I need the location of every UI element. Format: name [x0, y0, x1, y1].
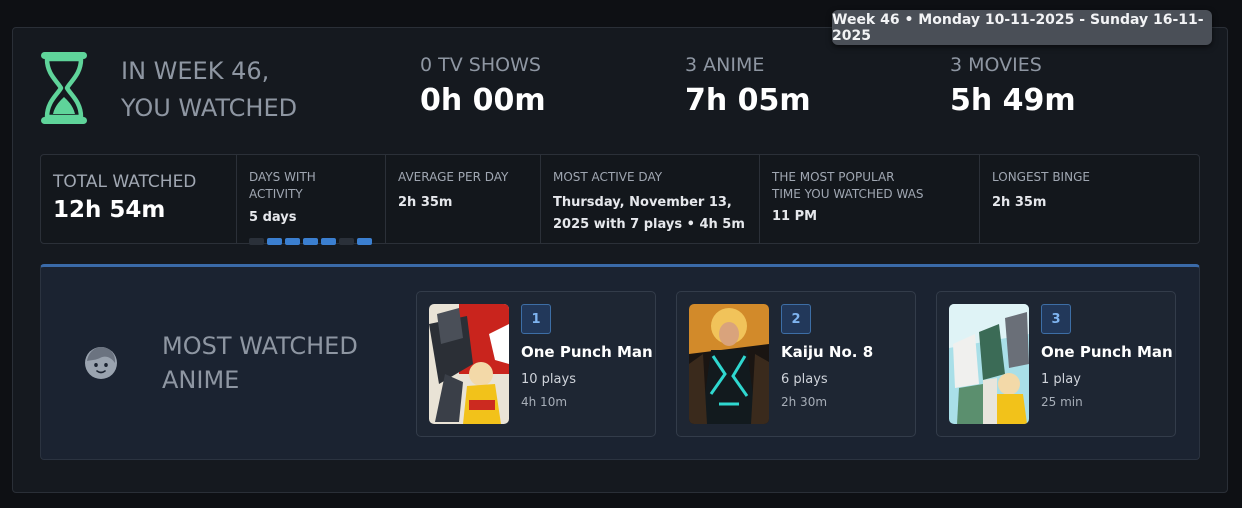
metric-longest-binge-label: LONGEST BINGE [992, 170, 1090, 184]
anime-poster-3[interactable] [949, 304, 1029, 424]
anime-title-1[interactable]: One Punch Man [521, 343, 653, 361]
day-segment-active [321, 238, 336, 245]
day-segment-inactive [339, 238, 354, 245]
anime-time-2: 2h 30m [781, 395, 828, 409]
week-range-tooltip: Week 46 • Monday 10-11-2025 - Sunday 16-… [832, 10, 1212, 45]
day-segment-active [285, 238, 300, 245]
stat-tv-shows-label: 0 TV SHOWS [420, 54, 541, 76]
rank-badge-1: 1 [521, 304, 551, 334]
metric-popular-time-value: 11 PM [772, 209, 818, 224]
day-segment-active [303, 238, 318, 245]
metrics-row: TOTAL WATCHED 12h 54m DAYS WITH ACTIVITY… [40, 154, 1200, 245]
metric-days-label: DAYS WITH ACTIVITY [249, 170, 316, 201]
metric-total-label: TOTAL WATCHED [53, 172, 197, 192]
metric-popular-time-label-line2: TIME YOU WATCHED WAS [772, 187, 924, 201]
most-watched-title: MOST WATCHED ANIME [162, 329, 402, 397]
most-watched-anime-panel: MOST WATCHED ANIME 1 One Punch Man 10 pl… [40, 264, 1200, 460]
metric-most-active-day: MOST ACTIVE DAY Thursday, November 13, 2… [541, 155, 760, 243]
stat-anime: 3 ANIME 7h 05m [685, 54, 811, 118]
day-segment-inactive [249, 238, 264, 245]
anime-card-3[interactable]: 3 One Punch Man 1 play 25 min [936, 291, 1176, 437]
metric-longest-binge: LONGEST BINGE 2h 35m [980, 155, 1199, 243]
stat-movies: 3 MOVIES 5h 49m [950, 54, 1076, 118]
metric-days-active: DAYS WITH ACTIVITY 5 days [237, 155, 386, 245]
anime-title-3[interactable]: One Punch Man [1041, 343, 1173, 361]
rank-badge-2: 2 [781, 304, 811, 334]
week-title-line2: YOU WATCHED [121, 94, 298, 122]
anime-plays-2: 6 plays [781, 372, 828, 387]
stat-anime-label: 3 ANIME [685, 54, 765, 76]
metric-average: AVERAGE PER DAY 2h 35m [386, 155, 541, 243]
metric-popular-time: THE MOST POPULAR TIME YOU WATCHED WAS 11… [760, 155, 980, 243]
most-watched-title-line1: MOST WATCHED [162, 332, 358, 360]
metric-most-active-value: Thursday, November 13, 2025 with 7 plays… [553, 192, 747, 236]
metric-most-active-label: MOST ACTIVE DAY [553, 170, 663, 184]
metric-most-active-line2: 2025 with 7 plays • 4h 5m [553, 217, 745, 232]
rank-badge-3: 3 [1041, 304, 1071, 334]
most-watched-title-line2: ANIME [162, 366, 240, 394]
stat-tv-shows: 0 TV SHOWS 0h 00m [420, 54, 546, 118]
day-segment-active [267, 238, 282, 245]
anime-time-1: 4h 10m [521, 395, 568, 409]
metric-average-label: AVERAGE PER DAY [398, 170, 509, 184]
day-segment-active [357, 238, 372, 245]
anime-title-2[interactable]: Kaiju No. 8 [781, 343, 873, 361]
anime-plays-1: 10 plays [521, 372, 576, 387]
days-activity-bar [249, 238, 373, 245]
anime-poster-2[interactable] [689, 304, 769, 424]
stat-movies-value: 5h 49m [950, 83, 1076, 118]
metric-total-watched: TOTAL WATCHED 12h 54m [41, 155, 237, 243]
week-title: IN WEEK 46, YOU WATCHED [121, 53, 371, 127]
stat-tv-shows-value: 0h 00m [420, 83, 546, 118]
metric-total-value: 12h 54m [53, 197, 166, 223]
anime-face-icon [85, 347, 117, 379]
metric-popular-time-label-line1: THE MOST POPULAR [772, 170, 895, 184]
metric-days-value: 5 days [249, 210, 297, 225]
metric-most-active-line1: Thursday, November 13, [553, 195, 732, 210]
stat-movies-label: 3 MOVIES [950, 54, 1042, 76]
anime-card-1[interactable]: 1 One Punch Man 10 plays 4h 10m [416, 291, 656, 437]
week-title-line1: IN WEEK 46, [121, 57, 270, 85]
metric-popular-time-label: THE MOST POPULAR TIME YOU WATCHED WAS [772, 169, 967, 203]
stat-anime-value: 7h 05m [685, 83, 811, 118]
hourglass-icon [41, 52, 87, 124]
metric-average-value: 2h 35m [398, 195, 453, 210]
metric-longest-binge-value: 2h 35m [992, 195, 1047, 210]
anime-plays-3: 1 play [1041, 372, 1081, 387]
anime-card-2[interactable]: 2 Kaiju No. 8 6 plays 2h 30m [676, 291, 916, 437]
anime-time-3: 25 min [1041, 395, 1083, 409]
anime-poster-1[interactable] [429, 304, 509, 424]
